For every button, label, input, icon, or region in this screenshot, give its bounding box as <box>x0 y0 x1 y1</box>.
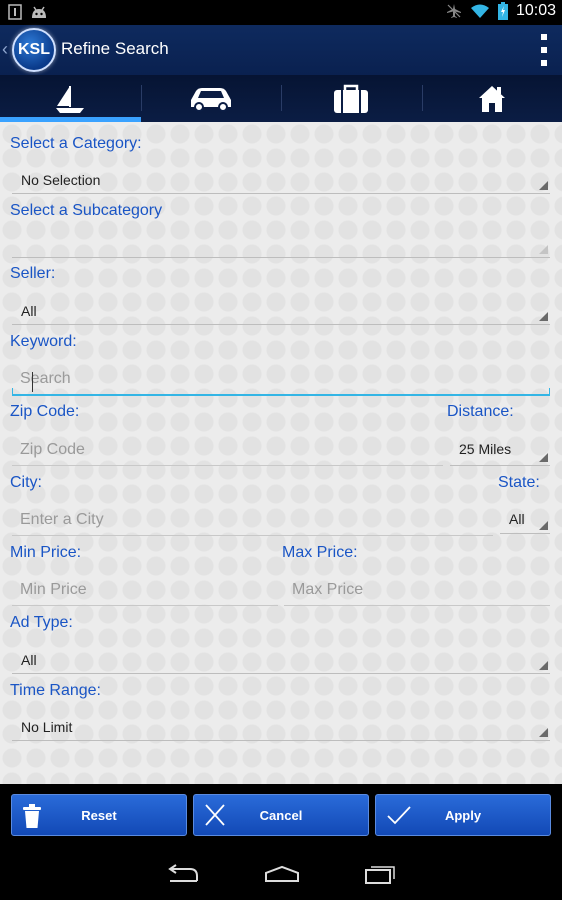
spinner-arrow-icon <box>539 245 548 254</box>
overflow-menu-icon[interactable] <box>540 34 548 66</box>
nav-back-button[interactable] <box>166 863 200 884</box>
state-label: State: <box>498 474 540 491</box>
state-spinner[interactable]: All <box>500 506 550 534</box>
text-cursor <box>32 372 33 392</box>
refine-search-form: Select a Category: No Selection Select a… <box>0 122 562 784</box>
trash-icon <box>23 804 41 828</box>
category-value: No Selection <box>21 172 101 188</box>
clock: 10:03 <box>515 2 556 19</box>
state-value: All <box>509 511 525 527</box>
android-icon <box>32 6 46 18</box>
reset-button[interactable]: Reset <box>11 794 187 836</box>
zip-code-input[interactable] <box>20 441 439 459</box>
nav-recents-button[interactable] <box>364 863 396 885</box>
distance-label: Distance: <box>447 403 514 420</box>
category-label: Select a Category: <box>10 135 142 152</box>
time-range-label: Time Range: <box>10 682 101 699</box>
city-field[interactable] <box>12 502 493 536</box>
spinner-arrow-icon <box>539 661 548 670</box>
keyword-label: Keyword: <box>10 333 77 350</box>
subcategory-spinner[interactable] <box>12 232 550 258</box>
spinner-arrow-icon <box>539 453 548 462</box>
cancel-label: Cancel <box>259 807 303 823</box>
min-price-label: Min Price: <box>10 544 82 561</box>
zip-code-field[interactable] <box>12 432 443 466</box>
max-price-input[interactable] <box>292 581 546 599</box>
home-outline-icon <box>265 865 299 882</box>
spinner-arrow-icon <box>539 728 548 737</box>
city-label: City: <box>10 474 42 491</box>
spinner-arrow-icon <box>539 312 548 321</box>
checkmark-icon <box>387 806 411 825</box>
back-chevron-icon[interactable]: ‹ <box>2 39 8 60</box>
button-bar: Reset Cancel Apply <box>0 784 562 847</box>
ad-type-spinner[interactable]: All <box>12 646 550 674</box>
reset-label: Reset <box>81 807 117 823</box>
time-range-value: No Limit <box>21 719 73 735</box>
time-range-spinner[interactable]: No Limit <box>12 713 550 741</box>
distance-value: 25 Miles <box>459 441 512 457</box>
battery-icon <box>497 2 508 20</box>
max-price-label: Max Price: <box>282 544 358 561</box>
ksl-logo[interactable]: KSL <box>12 28 56 72</box>
category-spinner[interactable]: No Selection <box>12 166 550 194</box>
action-bar: ‹ KSL Refine Search <box>0 25 562 75</box>
seller-value: All <box>21 303 37 319</box>
ad-type-value: All <box>21 652 37 668</box>
notification-icon <box>8 4 22 20</box>
tab-jobs[interactable] <box>281 75 422 122</box>
min-price-field[interactable] <box>12 572 278 606</box>
car-icon <box>190 87 231 112</box>
nav-home-button[interactable] <box>264 865 300 883</box>
airplane-mode-icon <box>446 4 461 18</box>
home-icon <box>478 85 505 112</box>
tab-bar <box>0 75 562 122</box>
city-input[interactable] <box>20 511 489 529</box>
subcategory-label: Select a Subcategory <box>10 202 163 219</box>
seller-label: Seller: <box>10 265 56 282</box>
max-price-field[interactable] <box>284 572 550 606</box>
recent-apps-icon <box>365 865 395 884</box>
distance-spinner[interactable]: 25 Miles <box>450 436 550 466</box>
status-bar: 10:03 <box>0 0 562 25</box>
page-title: Refine Search <box>61 39 169 58</box>
tab-home[interactable] <box>421 75 562 122</box>
system-nav-bar <box>0 847 562 900</box>
sailboat-icon <box>56 85 85 113</box>
spinner-arrow-icon <box>539 181 548 190</box>
close-icon <box>205 804 225 826</box>
tab-car[interactable] <box>140 75 282 122</box>
spinner-arrow-icon <box>539 521 548 530</box>
tab-boat[interactable] <box>0 75 141 122</box>
apply-button[interactable]: Apply <box>375 794 551 836</box>
keyword-field[interactable] <box>12 362 550 396</box>
apply-label: Apply <box>444 807 482 823</box>
cancel-button[interactable]: Cancel <box>193 794 369 836</box>
min-price-input[interactable] <box>20 581 274 599</box>
zip-code-label: Zip Code: <box>10 403 80 420</box>
ad-type-label: Ad Type: <box>10 614 73 631</box>
briefcase-icon <box>334 84 369 113</box>
seller-spinner[interactable]: All <box>12 297 550 325</box>
wifi-icon <box>470 4 489 18</box>
back-arrow-icon <box>168 863 198 882</box>
keyword-input[interactable] <box>20 370 546 388</box>
